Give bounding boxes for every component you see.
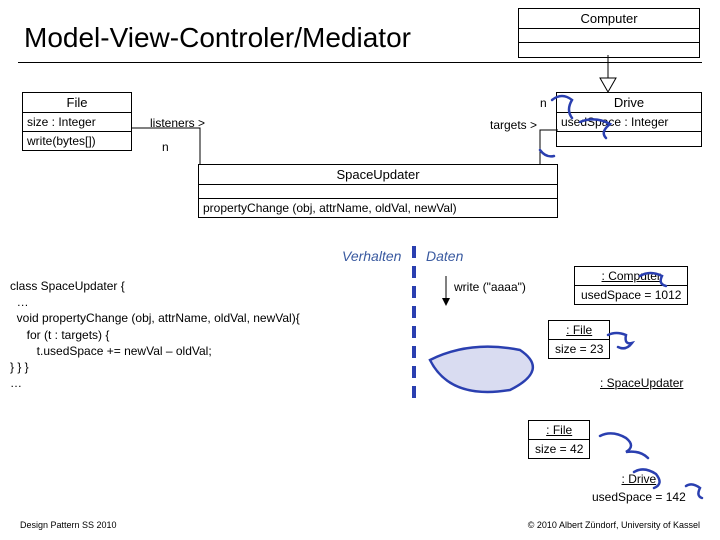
obj-computer: : Computer usedSpace = 1012 xyxy=(574,266,688,305)
assoc-targets-mult: n xyxy=(540,96,547,110)
obj-file2: : File size = 42 xyxy=(528,420,590,459)
obj-name: : SpaceUpdater xyxy=(594,374,689,392)
uml-class-op: propertyChange (obj, attrName, oldVal, n… xyxy=(199,199,557,217)
uml-class-drive: Drive usedSpace : Integer xyxy=(556,92,702,147)
uml-class-spaceupdater: SpaceUpdater propertyChange (obj, attrNa… xyxy=(198,164,558,218)
code-block: class SpaceUpdater { … void propertyChan… xyxy=(10,278,300,391)
assoc-targets-label: targets > xyxy=(490,118,537,132)
obj-name: : File xyxy=(529,421,589,440)
obj-file1: : File size = 23 xyxy=(548,320,610,359)
page-title: Model-View-Controler/Mediator xyxy=(24,22,411,54)
uml-class-op: write(bytes[]) xyxy=(23,132,131,150)
obj-spaceupdater: : SpaceUpdater xyxy=(594,374,689,392)
obj-drive: : Drive usedSpace = 142 xyxy=(586,470,692,506)
obj-name: : Computer xyxy=(575,267,687,286)
obj-attr: size = 23 xyxy=(549,340,609,358)
uml-class-name: SpaceUpdater xyxy=(199,165,557,185)
uml-class-op xyxy=(519,43,699,57)
uml-class-op xyxy=(557,132,701,146)
uml-class-attr xyxy=(519,29,699,43)
uml-class-attr xyxy=(199,185,557,199)
uml-class-attr: usedSpace : Integer xyxy=(557,113,701,132)
section-left: Verhalten xyxy=(342,248,401,264)
title-underline xyxy=(18,62,702,63)
uml-class-computer: Computer xyxy=(518,8,700,58)
uml-class-file: File size : Integer write(bytes[]) xyxy=(22,92,132,151)
footer-right: © 2010 Albert Zündorf, University of Kas… xyxy=(528,520,700,530)
assoc-listeners-mult: n xyxy=(162,140,169,154)
write-call: write ("aaaa") xyxy=(454,280,526,294)
obj-name: : Drive xyxy=(586,470,692,488)
obj-name: : File xyxy=(549,321,609,340)
footer-left: Design Pattern SS 2010 xyxy=(20,520,117,530)
section-right: Daten xyxy=(426,248,463,264)
assoc-listeners-label: listeners > xyxy=(150,116,205,130)
obj-attr: size = 42 xyxy=(529,440,589,458)
uml-class-name: Drive xyxy=(557,93,701,113)
uml-class-attr: size : Integer xyxy=(23,113,131,132)
obj-attr: usedSpace = 142 xyxy=(586,488,692,506)
uml-class-name: File xyxy=(23,93,131,113)
uml-class-name: Computer xyxy=(519,9,699,29)
obj-attr: usedSpace = 1012 xyxy=(575,286,687,304)
